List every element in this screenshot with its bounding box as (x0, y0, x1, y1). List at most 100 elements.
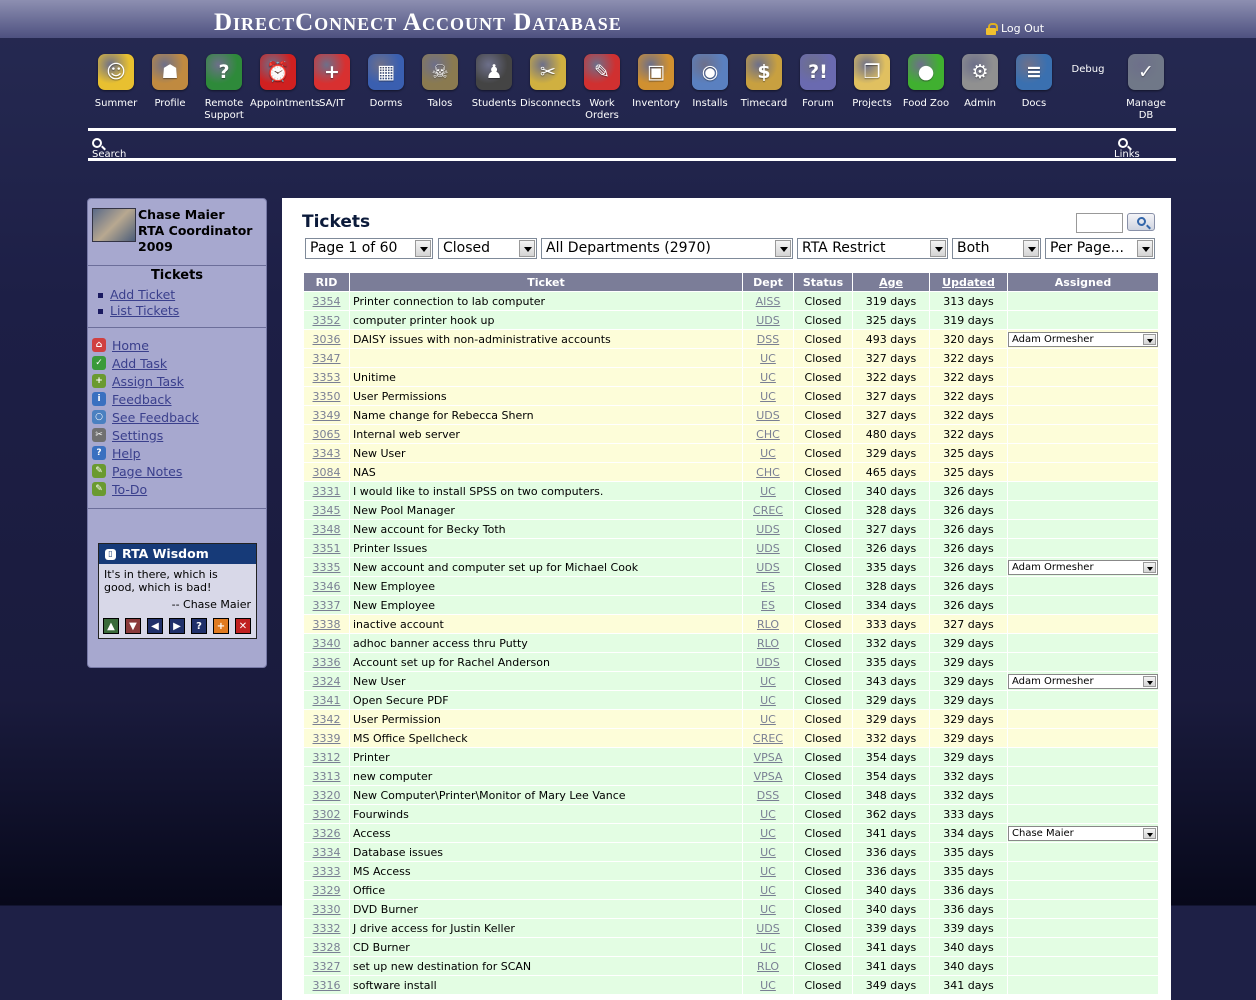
logout-link[interactable]: Log Out (986, 22, 1044, 35)
nav-summer[interactable]: ☺ Summer (88, 50, 144, 110)
links-link[interactable]: Links (1114, 138, 1140, 158)
cell-dept[interactable]: UC (742, 823, 794, 843)
table-row[interactable]: 3354 Printer connection to lab computer AI… (303, 291, 1159, 311)
cell-dept[interactable]: UC (742, 443, 794, 463)
sidebar-item-assign-task[interactable]: + Assign Task (92, 372, 266, 390)
assignee-select[interactable]: Adam Ormesher (1008, 331, 1158, 347)
cell-rid[interactable]: 3350 (303, 386, 350, 406)
cell-rid[interactable]: 3336 (303, 652, 350, 672)
table-row[interactable]: 3340 adhoc banner access thru Putty RLO Clo… (303, 633, 1159, 653)
cell-rid[interactable]: 3065 (303, 424, 350, 444)
sidebar-item-add-task[interactable]: ✓ Add Task (92, 354, 266, 372)
table-row[interactable]: 3348 New account for Becky Toth UDS Closed 3… (303, 519, 1159, 539)
assignee-select[interactable]: Adam Ormesher (1008, 559, 1158, 575)
assignee-select[interactable]: Chase Maier (1008, 825, 1158, 841)
column-header-age[interactable]: Age (852, 272, 930, 292)
sidebar-item-help[interactable]: ? Help (92, 444, 266, 462)
table-row[interactable]: 3334 Database issues UC Closed 336 days 335 d… (303, 842, 1159, 862)
help-icon[interactable]: ? (191, 618, 207, 634)
table-row[interactable]: 3332 J drive access for Justin Keller UDS C… (303, 918, 1159, 938)
table-row[interactable]: 3302 Fourwinds UC Closed 362 days 333 days (303, 804, 1159, 824)
cell-dept[interactable]: UC (742, 690, 794, 710)
cell-dept[interactable]: UDS (742, 310, 794, 330)
table-row[interactable]: 3324 New User UC Closed 343 days 329 days Adam… (303, 671, 1159, 691)
nav-disconnects[interactable]: ✂ Disconnects (520, 50, 581, 110)
nav-food-zoo[interactable]: ● Food Zoo (898, 50, 954, 110)
cell-rid[interactable]: 3334 (303, 842, 350, 862)
cell-dept[interactable]: UC (742, 880, 794, 900)
cell-rid[interactable]: 3346 (303, 576, 350, 596)
cell-dept[interactable]: UDS (742, 557, 794, 577)
cell-rid[interactable]: 3084 (303, 462, 350, 482)
table-row[interactable]: 3320 New Computer\Printer\Monitor of Mary… (303, 785, 1159, 805)
cell-rid[interactable]: 3329 (303, 880, 350, 900)
table-row[interactable]: 3352 computer printer hook up UDS Closed 325… (303, 310, 1159, 330)
cell-dept[interactable]: CREC (742, 500, 794, 520)
cell-rid[interactable]: 3328 (303, 937, 350, 957)
table-row[interactable]: 3339 MS Office Spellcheck CREC Closed 332 da… (303, 728, 1159, 748)
nav-projects[interactable]: ❐ Projects (844, 50, 900, 110)
add-ticket-link[interactable]: Add Ticket (110, 287, 175, 302)
table-row[interactable]: 3347 UC Closed 327 days 322 days (303, 348, 1159, 368)
status-select[interactable]: Closed (438, 238, 537, 259)
cell-dept[interactable]: VPSA (742, 766, 794, 786)
column-header-rid[interactable]: RID (303, 272, 350, 292)
next-icon[interactable]: ▶ (169, 618, 185, 634)
cell-rid[interactable]: 3312 (303, 747, 350, 767)
table-row[interactable]: 3342 User Permission UC Closed 329 days 329 d… (303, 709, 1159, 729)
cell-dept[interactable]: UC (742, 671, 794, 691)
cell-dept[interactable]: DSS (742, 329, 794, 349)
cell-dept[interactable]: UC (742, 899, 794, 919)
cell-rid[interactable]: 3326 (303, 823, 350, 843)
cell-dept[interactable]: UDS (742, 538, 794, 558)
cell-dept[interactable]: DSS (742, 785, 794, 805)
cell-rid[interactable]: 3349 (303, 405, 350, 425)
cell-dept[interactable]: CREC (742, 728, 794, 748)
thumbs-down-icon[interactable]: ▼ (125, 618, 141, 634)
cell-rid[interactable]: 3036 (303, 329, 350, 349)
nav-inventory[interactable]: ▣ Inventory (628, 50, 684, 110)
cell-dept[interactable]: AISS (742, 291, 794, 311)
cell-dept[interactable]: ES (742, 595, 794, 615)
nav-timecard[interactable]: $ Timecard (736, 50, 792, 110)
cell-dept[interactable]: RLO (742, 614, 794, 634)
table-row[interactable]: 3312 Printer VPSA Closed 354 days 329 days (303, 747, 1159, 767)
sidebar-item-feedback[interactable]: i Feedback (92, 390, 266, 408)
thumbs-up-icon[interactable]: ▲ (103, 618, 119, 634)
cell-dept[interactable]: VPSA (742, 747, 794, 767)
cell-dept[interactable]: UC (742, 975, 794, 995)
sidebar-item-see-feedback[interactable]: ○ See Feedback (92, 408, 266, 426)
cell-rid[interactable]: 3302 (303, 804, 350, 824)
cell-rid[interactable]: 3330 (303, 899, 350, 919)
add-icon[interactable]: + (213, 618, 229, 634)
cell-rid[interactable]: 3320 (303, 785, 350, 805)
column-header-status[interactable]: Status (793, 272, 853, 292)
previous-icon[interactable]: ◀ (147, 618, 163, 634)
cell-dept[interactable]: UC (742, 348, 794, 368)
cell-rid[interactable]: 3333 (303, 861, 350, 881)
sidebar-item-page-notes[interactable]: ✎ Page Notes (92, 462, 266, 480)
cell-dept[interactable]: UDS (742, 918, 794, 938)
nav-docs[interactable]: ≡ Docs (1006, 50, 1062, 110)
cell-dept[interactable]: RLO (742, 633, 794, 653)
table-row[interactable]: 3329 Office UC Closed 340 days 336 days (303, 880, 1159, 900)
table-row[interactable]: 3349 Name change for Rebecca Shern UDS Clos… (303, 405, 1159, 425)
assignee-select[interactable]: Adam Ormesher (1008, 673, 1158, 689)
table-row[interactable]: 3330 DVD Burner UC Closed 340 days 336 days (303, 899, 1159, 919)
cell-rid[interactable]: 3348 (303, 519, 350, 539)
table-row[interactable]: 3335 New account and computer set up for … (303, 557, 1159, 577)
table-row[interactable]: 3336 Account set up for Rachel Anderson UD… (303, 652, 1159, 672)
nav-installs[interactable]: ◉ Installs (682, 50, 738, 110)
cell-dept[interactable]: UC (742, 804, 794, 824)
nav-debug[interactable]: Debug (1060, 64, 1116, 76)
table-row[interactable]: 3341 Open Secure PDF UC Closed 329 days 329 d… (303, 690, 1159, 710)
nav-sa-it[interactable]: + SA/IT (304, 50, 360, 110)
department-select[interactable]: All Departments (2970) (541, 238, 793, 259)
page-select[interactable]: Page 1 of 60 (305, 238, 433, 259)
cell-rid[interactable]: 3347 (303, 348, 350, 368)
cell-rid[interactable]: 3343 (303, 443, 350, 463)
nav-dorms[interactable]: ▦ Dorms (358, 50, 414, 110)
cell-rid[interactable]: 3354 (303, 291, 350, 311)
cell-dept[interactable]: UC (742, 842, 794, 862)
table-row[interactable]: 3313 new computer VPSA Closed 354 days 332 da… (303, 766, 1159, 786)
